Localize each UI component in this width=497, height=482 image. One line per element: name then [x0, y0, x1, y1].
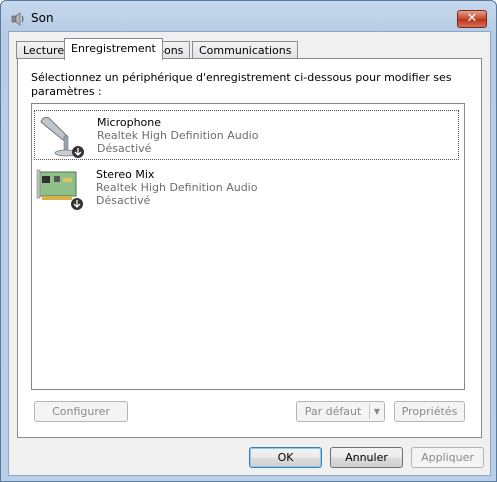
- device-driver: Realtek High Definition Audio: [97, 129, 259, 142]
- set-default-split-button[interactable]: Par défaut ▼: [296, 401, 385, 422]
- device-name: Microphone: [97, 116, 162, 129]
- close-button[interactable]: ✕: [457, 10, 487, 28]
- properties-button[interactable]: Propriétés: [394, 401, 465, 422]
- device-list[interactable]: Microphone Realtek High Definition Audio…: [31, 103, 465, 390]
- sound-card-icon: [36, 169, 83, 210]
- sound-dialog: Son ✕ Lecture Enregistrement Sons Commun…: [0, 0, 497, 482]
- device-name: Stereo Mix: [96, 168, 155, 181]
- device-item-stereo-mix[interactable]: Stereo Mix Realtek High Definition Audio…: [34, 163, 457, 211]
- configure-button[interactable]: Configurer: [34, 401, 128, 422]
- device-item-microphone[interactable]: Microphone Realtek High Definition Audio…: [34, 110, 459, 160]
- apply-button[interactable]: Appliquer: [411, 447, 484, 468]
- device-driver: Realtek High Definition Audio: [96, 181, 258, 194]
- ok-button[interactable]: OK: [249, 447, 322, 468]
- instructions-text: Sélectionnez un périphérique d'enregistr…: [31, 71, 452, 98]
- recording-tab-panel: Sélectionnez un périphérique d'enregistr…: [17, 58, 482, 438]
- speaker-icon: [11, 12, 24, 26]
- tab-enregistrement[interactable]: Enregistrement: [64, 38, 163, 60]
- tab-communications[interactable]: Communications: [192, 41, 299, 59]
- device-status: Désactivé: [97, 142, 152, 155]
- window-title: Son: [31, 11, 54, 25]
- title-bar[interactable]: Son ✕: [1, 1, 496, 35]
- microphone-icon: [40, 117, 84, 158]
- dialog-client-area: Lecture Enregistrement Sons Communicatio…: [8, 31, 491, 476]
- chevron-down-icon[interactable]: ▼: [370, 402, 384, 421]
- cancel-button[interactable]: Annuler: [330, 447, 403, 468]
- tab-lecture[interactable]: Lecture: [16, 41, 72, 59]
- close-icon: ✕: [466, 11, 478, 26]
- device-status: Désactivé: [96, 194, 151, 207]
